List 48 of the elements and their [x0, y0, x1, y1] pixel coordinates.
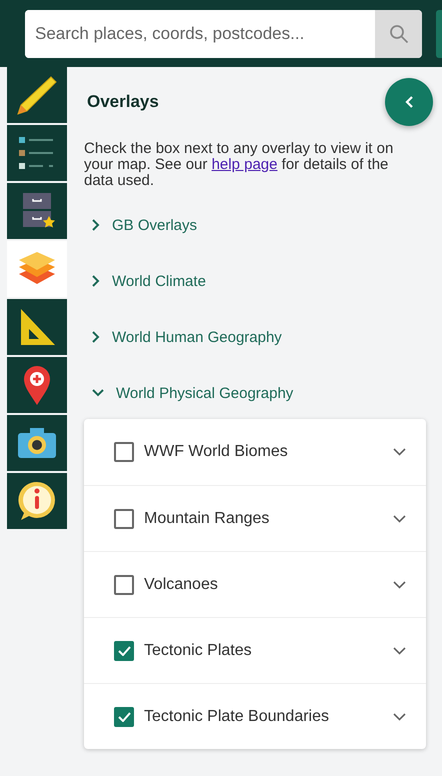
expand-button[interactable]: [393, 580, 406, 588]
category-toggle[interactable]: GB Overlays: [84, 197, 426, 253]
chevron-left-icon: [405, 96, 413, 108]
toolbar-button[interactable]: [7, 125, 67, 181]
chevron-down-icon: [393, 712, 406, 720]
category-toggle[interactable]: World Climate: [84, 253, 426, 309]
toolbar-button[interactable]: [7, 415, 67, 471]
overlay-label: Tectonic Plates: [144, 642, 253, 660]
chevron-right-icon: [92, 219, 100, 231]
checkbox[interactable]: [114, 706, 134, 726]
search-button[interactable]: [375, 10, 422, 58]
toolbar-button[interactable]: [7, 183, 67, 239]
info-icon: [16, 480, 58, 522]
check-icon: [118, 712, 130, 722]
toolbar-button[interactable]: [7, 357, 67, 413]
collapse-button[interactable]: [385, 78, 433, 126]
toolbar-button[interactable]: [7, 473, 67, 529]
chevron-down-icon: [393, 514, 406, 522]
expand-button[interactable]: [393, 514, 406, 522]
checkbox[interactable]: [114, 442, 134, 462]
chevron-right-icon: [92, 275, 100, 287]
toolbar-button[interactable]: [7, 299, 67, 355]
description-text: Check the box next to any overlay to view it on your map. See our help page for details of the data used.: [84, 141, 394, 189]
check-icon: [118, 646, 130, 656]
expand-button[interactable]: [393, 646, 406, 654]
search-field[interactable]: Search places, coords, postcodes...: [25, 10, 422, 58]
toolbar-button[interactable]: [7, 67, 67, 123]
chevron-down-icon: [393, 580, 406, 588]
chevron-down-icon: [393, 646, 406, 654]
chevron-right-icon: [92, 331, 100, 343]
category-toggle[interactable]: World Physical Geography: [84, 365, 426, 421]
overlay-label: Mountain Ranges: [144, 510, 270, 528]
panel-title: Overlays: [87, 92, 159, 112]
checkbox[interactable]: [114, 508, 134, 528]
checkbox[interactable]: [114, 574, 134, 594]
camera-icon: [16, 426, 58, 460]
search-icon: [388, 24, 408, 44]
expand-button[interactable]: [393, 712, 406, 720]
expand-button[interactable]: [393, 448, 406, 456]
overlay-label: Volcanoes: [144, 576, 219, 594]
chevron-down-icon: [393, 448, 406, 456]
chevron-down-icon: [92, 389, 104, 397]
map-pin-icon: [22, 364, 52, 406]
help-link[interactable]: help page: [212, 156, 278, 173]
category-toggle[interactable]: World Human Geography: [84, 309, 426, 365]
overlay-label: Tectonic Plate Boundaries: [144, 708, 330, 726]
checkbox[interactable]: [114, 640, 134, 660]
overlay-label: WWF World Biomes: [144, 443, 289, 461]
